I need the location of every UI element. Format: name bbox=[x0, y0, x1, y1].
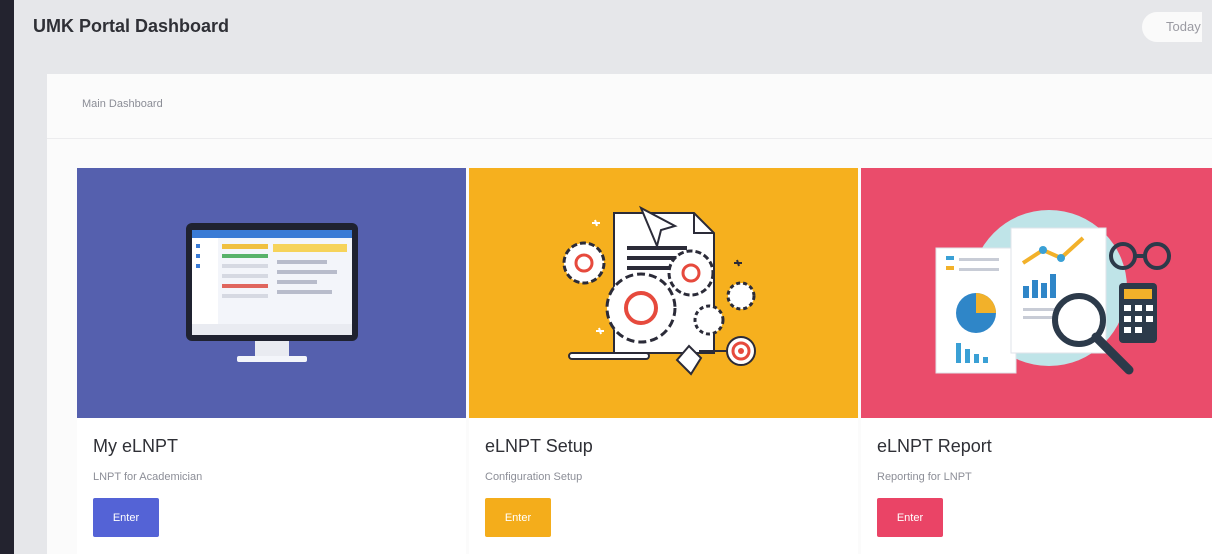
enter-elnpt-report-button[interactable]: Enter bbox=[877, 498, 943, 537]
card-subtitle: Configuration Setup bbox=[485, 471, 583, 483]
gears-settings-icon bbox=[469, 168, 858, 418]
card-my-elnpt: My eLNPT LNPT for Academician Enter bbox=[77, 168, 466, 554]
sidebar-edge bbox=[0, 0, 14, 554]
enter-my-elnpt-button[interactable]: Enter bbox=[93, 498, 159, 537]
card-title: My eLNPT bbox=[93, 436, 179, 456]
breadcrumb[interactable]: Main Dashboard bbox=[82, 98, 163, 110]
enter-elnpt-setup-button[interactable]: Enter bbox=[485, 498, 551, 537]
card-elnpt-setup: eLNPT Setup Configuration Setup Enter bbox=[469, 168, 858, 554]
date-filter-pill[interactable]: Today bbox=[1142, 12, 1202, 42]
card-subtitle: LNPT for Academician bbox=[93, 471, 203, 483]
panel-divider bbox=[47, 138, 1212, 139]
computer-monitor-icon bbox=[77, 168, 466, 418]
card-title: eLNPT Setup bbox=[485, 436, 593, 456]
card-title: eLNPT Report bbox=[877, 436, 992, 456]
card-elnpt-report: eLNPT Report Reporting for LNPT Enter bbox=[861, 168, 1212, 554]
card-subtitle: Reporting for LNPT bbox=[877, 471, 972, 483]
report-analytics-icon bbox=[861, 168, 1212, 418]
page-title: UMK Portal Dashboard bbox=[33, 16, 230, 36]
